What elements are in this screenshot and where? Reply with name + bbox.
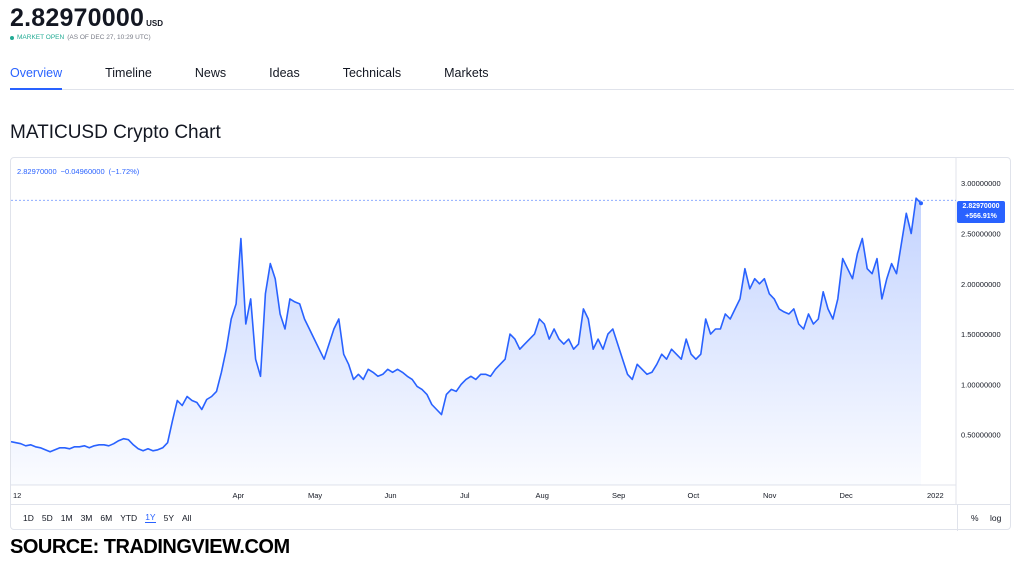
x-tick-label: Jul xyxy=(460,491,470,500)
range-6m-button[interactable]: 6M xyxy=(100,513,112,523)
price-area-fill xyxy=(11,198,921,485)
market-status-row: MARKET OPEN (AS OF DEC 27, 10:29 UTC) xyxy=(10,34,163,41)
x-tick-label: Nov xyxy=(763,491,777,500)
range-1y-button[interactable]: 1Y xyxy=(145,512,156,523)
x-tick-label: 2022 xyxy=(927,491,944,500)
tab-ideas[interactable]: Ideas xyxy=(269,62,300,90)
x-tick-label: Oct xyxy=(688,491,701,500)
range-1m-button[interactable]: 1M xyxy=(61,513,73,523)
last-price-point xyxy=(919,201,923,206)
price-tag-value: 2.82970000 xyxy=(962,203,1000,210)
tab-news[interactable]: News xyxy=(195,62,226,90)
range-5d-button[interactable]: 5D xyxy=(42,513,53,523)
chart-container: 0.50000000 1.00000000 1.50000000 2.00000000… xyxy=(10,157,1011,531)
tab-markets[interactable]: Markets xyxy=(444,62,488,90)
range-5y-button[interactable]: 5Y xyxy=(164,513,174,523)
range-1d-button[interactable]: 1D xyxy=(23,513,34,523)
chart-title: MATICUSD Crypto Chart xyxy=(10,122,221,143)
x-tick-label: May xyxy=(308,491,322,500)
y-tick-label: 1.50000000 xyxy=(961,330,1001,339)
price-chart[interactable]: 0.50000000 1.00000000 1.50000000 2.00000000… xyxy=(11,158,1010,504)
as-of-timestamp: (AS OF DEC 27, 10:29 UTC) xyxy=(67,34,151,41)
legend-change: −0.04960000 xyxy=(60,167,105,176)
chart-legend: 2.82970000 −0.04960000 (−1.72%) xyxy=(17,167,139,176)
price-header: 2.82970000 USD MARKET OPEN (AS OF DEC 27… xyxy=(10,4,163,41)
x-axis: 12 Apr May Jun Jul Aug Sep Oct Nov Dec 2022 xyxy=(13,491,944,500)
legend-last-price: 2.82970000 xyxy=(17,167,57,176)
source-caption: SOURCE: TRADINGVIEW.COM xyxy=(10,536,290,558)
tab-bar: Overview Timeline News Ideas Technicals … xyxy=(10,62,1014,90)
y-tick-label: 3.00000000 xyxy=(961,179,1001,188)
market-status: MARKET OPEN xyxy=(17,34,65,41)
tab-timeline[interactable]: Timeline xyxy=(105,62,152,90)
log-scale-button[interactable]: log xyxy=(990,513,1001,523)
range-ytd-button[interactable]: YTD xyxy=(120,513,137,523)
y-tick-label: 0.50000000 xyxy=(961,431,1001,440)
x-tick-label: Dec xyxy=(839,491,853,500)
last-price-tag: 2.82970000 +566.91% xyxy=(957,201,1005,223)
y-tick-label: 2.50000000 xyxy=(961,229,1001,238)
current-price: 2.82970000 xyxy=(10,4,145,32)
range-3m-button[interactable]: 3M xyxy=(81,513,93,523)
range-bar: 1D 5D 1M 3M 6M YTD 1Y 5Y All % log xyxy=(11,504,1010,531)
y-tick-label: 2.00000000 xyxy=(961,280,1001,289)
tab-overview[interactable]: Overview xyxy=(10,62,63,90)
legend-change-pct: (−1.72%) xyxy=(108,167,140,176)
x-tick-label: Apr xyxy=(233,491,245,500)
percent-scale-button[interactable]: % xyxy=(971,513,979,523)
x-tick-label: Aug xyxy=(536,491,549,500)
market-open-dot-icon xyxy=(10,35,14,40)
x-tick-label: 12 xyxy=(13,491,21,500)
scale-separator xyxy=(957,505,958,531)
x-tick-label: Sep xyxy=(612,491,625,500)
x-tick-label: Jun xyxy=(384,491,396,500)
tab-technicals[interactable]: Technicals xyxy=(343,62,401,90)
price-tag-percent: +566.91% xyxy=(965,213,997,220)
price-currency: USD xyxy=(146,19,163,28)
range-all-button[interactable]: All xyxy=(182,513,191,523)
y-tick-label: 1.00000000 xyxy=(961,380,1001,389)
